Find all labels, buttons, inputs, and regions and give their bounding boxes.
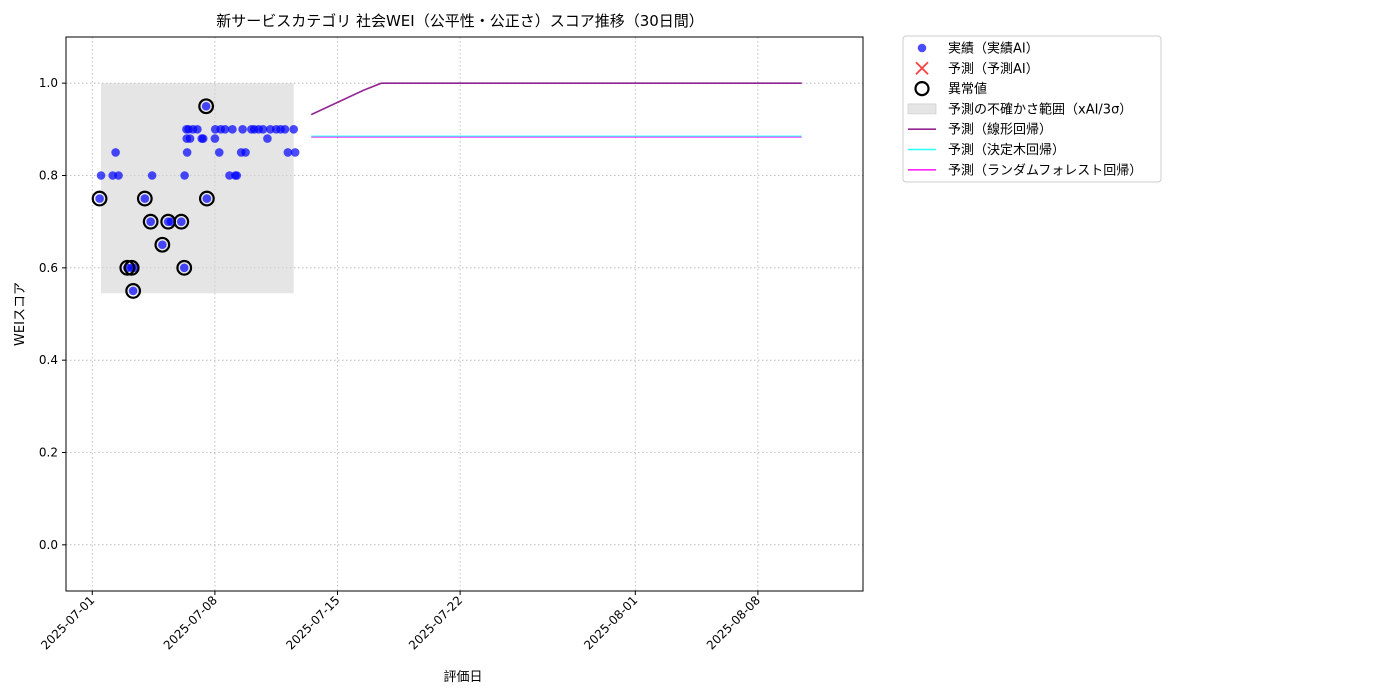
actual-point — [185, 134, 195, 143]
x-tick-label: 2025-08-01 — [581, 593, 640, 652]
legend-swatch-actual — [917, 43, 927, 53]
y-tick-label: 0.0 — [39, 538, 58, 552]
chart: 新サービスカテゴリ 社会WEI（公平性・公正さ）スコア推移（30日間） 0.00… — [13, 12, 1162, 685]
actual-point — [96, 171, 106, 180]
actual-point — [202, 194, 212, 203]
legend-label-predicted: 予測（予測AI） — [948, 62, 1039, 77]
actual-point — [198, 134, 208, 143]
actual-point — [232, 171, 242, 180]
x-tick-label: 2025-07-22 — [406, 593, 465, 652]
actual-point — [214, 148, 224, 157]
legend-swatch-band — [907, 103, 937, 115]
legend-label-anomaly: 異常値 — [948, 81, 987, 97]
legend-label-linear: 予測（線形回帰） — [948, 122, 1052, 138]
x-axis-title: 評価日 — [443, 670, 482, 685]
actual-point — [193, 125, 202, 134]
actual-point — [158, 240, 167, 250]
actual-point — [140, 194, 150, 203]
actual-point — [228, 125, 237, 134]
actual-point — [238, 125, 247, 134]
legend-label-actual: 実績（実績AI） — [948, 41, 1039, 57]
actual-point — [280, 125, 290, 134]
actual-point — [263, 134, 272, 143]
y-tick-label: 0.6 — [39, 261, 58, 275]
y-tick-label: 1.0 — [39, 76, 58, 90]
actual-point — [182, 148, 192, 157]
x-tick-label: 2025-07-01 — [38, 593, 97, 652]
y-tick-label: 0.2 — [39, 446, 58, 460]
actual-point — [241, 148, 250, 157]
actual-point — [114, 171, 123, 180]
y-tick-label: 0.8 — [39, 169, 58, 183]
legend-label-band: 予測の不確かさ範囲（xAI/3σ） — [948, 101, 1132, 117]
legend-label-tree: 予測（決定木回帰） — [948, 142, 1065, 158]
plot-area: 0.0 0.2 0.4 0.6 0.8 1.0 2025-07-01 2025-07-08 20… — [38, 36, 864, 652]
y-axis-title: WEIスコア — [13, 282, 28, 346]
actual-point — [210, 134, 220, 143]
actual-point — [177, 217, 186, 226]
actual-point — [180, 171, 189, 180]
actual-point — [146, 217, 155, 226]
y-tick-label: 0.4 — [39, 353, 58, 367]
x-tick-label: 2025-07-08 — [161, 593, 220, 652]
series-line-linear — [310, 82, 802, 116]
actual-point — [95, 194, 104, 203]
actual-point — [289, 125, 299, 134]
chart-title: 新サービスカテゴリ 社会WEI（公平性・公正さ）スコア推移（30日間） — [216, 12, 704, 30]
legend: 実績（実績AI） 予測（予測AI） 異常値予測の不確かさ範囲（xAI/3σ） 予測（線… — [902, 35, 1162, 183]
x-tick-label: 2025-07-15 — [283, 593, 342, 652]
actual-point — [128, 286, 138, 296]
actual-point — [201, 101, 211, 111]
actual-point — [111, 148, 120, 157]
legend-label-forest: 予測（ランダムフォレスト回帰） — [948, 162, 1142, 178]
x-tick-label: 2025-08-08 — [704, 593, 763, 652]
actual-point — [179, 263, 189, 273]
actual-point — [290, 148, 300, 157]
actual-point — [147, 171, 157, 180]
